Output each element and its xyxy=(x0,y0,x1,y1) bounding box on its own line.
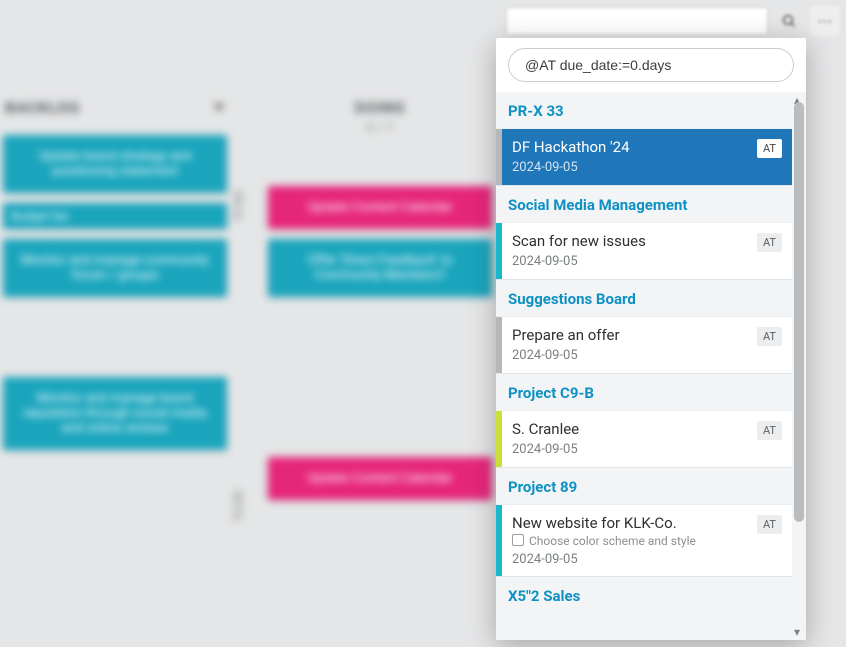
kanban-card[interactable]: Offer 'Direct Feedback' to Community Mem… xyxy=(268,239,492,297)
item-date: 2024-09-05 xyxy=(512,442,749,457)
scroll-down-icon[interactable]: ▾ xyxy=(791,626,803,638)
result-item[interactable]: Prepare an offer 2024-09-05 AT xyxy=(496,316,792,373)
top-toolbar: ⋯ xyxy=(506,6,840,36)
result-group-header[interactable]: X5"2 Sales xyxy=(496,576,792,613)
item-title: S. Cranlee xyxy=(512,420,749,438)
item-date: 2024-09-05 xyxy=(512,552,749,567)
kanban-card[interactable]: Monitor and manage brand reputation thro… xyxy=(3,377,227,450)
search-dropdown-panel: PR-X 33 DF Hackathon '24 2024-09-05 AT Socia… xyxy=(496,38,806,640)
item-title: DF Hackathon '24 xyxy=(512,138,749,156)
chevron-down-icon xyxy=(213,104,225,111)
item-title: Scan for new issues xyxy=(512,232,749,250)
result-item[interactable]: DF Hackathon '24 2024-09-05 AT xyxy=(496,128,792,185)
assignee-tag: AT xyxy=(757,515,782,534)
scrollbar-thumb[interactable] xyxy=(794,102,804,522)
kanban-card[interactable]: Monitor and manage community forum / gro… xyxy=(3,239,227,297)
result-group-header[interactable]: Suggestions Board xyxy=(496,279,792,316)
query-input[interactable] xyxy=(508,48,794,82)
result-group-header[interactable]: Social Media Management xyxy=(496,185,792,222)
scrollbar[interactable]: ▴ ▾ xyxy=(794,96,804,636)
result-item[interactable]: Scan for new issues 2024-09-05 AT xyxy=(496,222,792,279)
more-icon[interactable]: ⋯ xyxy=(810,6,840,36)
search-icon[interactable] xyxy=(774,6,804,36)
assignee-tag: AT xyxy=(757,421,782,440)
kanban-card[interactable]: Update brand strategy and positioning st… xyxy=(3,135,227,193)
item-subtask: Choose color scheme and style xyxy=(512,534,749,548)
result-group-header[interactable]: Project 89 xyxy=(496,467,792,504)
column-header-backlog: BACKLOG xyxy=(0,90,235,125)
item-date: 2024-09-05 xyxy=(512,160,749,175)
column-title: DOING xyxy=(355,98,406,117)
assignee-tag: AT xyxy=(757,139,782,158)
item-title: Prepare an offer xyxy=(512,326,749,344)
column-title: BACKLOG xyxy=(5,98,80,117)
results-list: PR-X 33 DF Hackathon '24 2024-09-05 AT Socia… xyxy=(496,92,806,640)
column-count: 6 / 7 xyxy=(367,120,394,134)
result-item[interactable]: New website for KLK-Co. Choose color sche… xyxy=(496,504,792,576)
item-title: New website for KLK-Co. xyxy=(512,514,749,532)
result-item[interactable]: S. Cranlee 2024-09-05 AT xyxy=(496,410,792,467)
item-date: 2024-09-05 xyxy=(512,254,749,269)
swimlane-label: TO DO xyxy=(232,490,245,522)
column-header-doing: DOING 6 / 7 xyxy=(260,90,500,142)
item-date: 2024-09-05 xyxy=(512,348,749,363)
swimlane-label: TO DO xyxy=(232,190,245,222)
assignee-tag: AT xyxy=(757,233,782,252)
kanban-card[interactable]: Update Content Calendar xyxy=(268,186,492,229)
kanban-card[interactable]: Budget fee xyxy=(3,203,227,229)
global-search-input[interactable] xyxy=(506,7,768,35)
result-group-header[interactable]: Project C9-B xyxy=(496,373,792,410)
result-group-header[interactable]: PR-X 33 xyxy=(496,92,792,128)
assignee-tag: AT xyxy=(757,327,782,346)
kanban-card[interactable]: Update Content Calendar xyxy=(268,457,492,500)
